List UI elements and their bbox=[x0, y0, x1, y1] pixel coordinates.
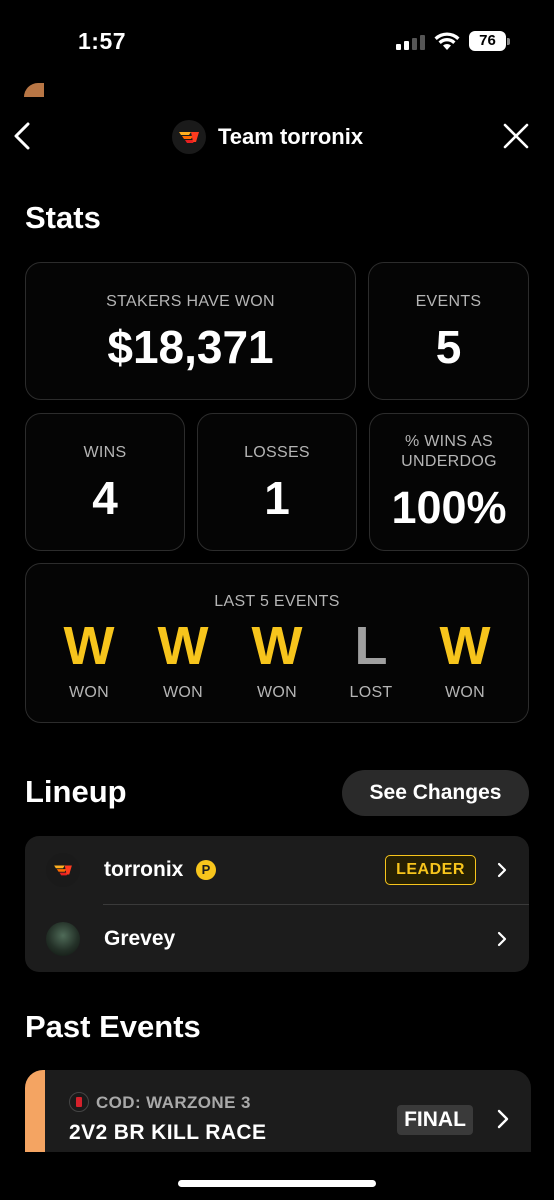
avatar bbox=[46, 922, 80, 956]
wifi-icon bbox=[434, 32, 460, 50]
losses-card: LOSSES 1 bbox=[197, 413, 357, 551]
chevron-right-icon bbox=[497, 1109, 509, 1129]
result-4: L LOST bbox=[324, 618, 418, 702]
event-status-badge: FINAL bbox=[397, 1105, 473, 1135]
underdog-card: % WINS AS UNDERDOG 100% bbox=[369, 413, 529, 551]
pro-badge-icon: P bbox=[196, 860, 216, 880]
last-five-results: W WON W WON W WON L LOST W WON bbox=[26, 618, 528, 702]
header-team: Team torronix bbox=[172, 120, 363, 154]
result-caption: WON bbox=[444, 684, 485, 701]
close-icon[interactable] bbox=[502, 122, 530, 150]
result-letter: W bbox=[251, 616, 303, 676]
background-sheet-edge bbox=[24, 83, 44, 97]
signal-icon bbox=[396, 34, 426, 50]
see-changes-button[interactable]: See Changes bbox=[342, 770, 529, 816]
leader-badge: LEADER bbox=[385, 855, 476, 885]
result-letter: W bbox=[63, 616, 115, 676]
wins-label: WINS bbox=[83, 444, 127, 461]
status-time: 1:57 bbox=[78, 28, 127, 54]
bottom-safe-area bbox=[0, 1152, 554, 1200]
result-2: W WON bbox=[136, 618, 230, 702]
stakers-won-label: STAKERS HAVE WON bbox=[106, 293, 275, 310]
wins-card: WINS 4 bbox=[25, 413, 185, 551]
events-card: EVENTS 5 bbox=[368, 262, 529, 400]
lineup-row-torronix[interactable]: torronix P LEADER bbox=[25, 836, 529, 904]
result-letter: W bbox=[439, 616, 491, 676]
last-five-label: LAST 5 EVENTS bbox=[214, 593, 340, 610]
game-icon bbox=[69, 1092, 89, 1112]
modal-header: Team torronix bbox=[0, 108, 554, 166]
avatar bbox=[46, 853, 80, 887]
member-name: Grevey bbox=[104, 927, 176, 950]
result-letter: L bbox=[354, 616, 388, 676]
underdog-value: 100% bbox=[391, 482, 507, 533]
lineup-heading: Lineup bbox=[25, 774, 127, 809]
result-1: W WON bbox=[42, 618, 136, 702]
member-name: torronix bbox=[104, 858, 184, 881]
result-caption: WON bbox=[68, 684, 109, 701]
chevron-right-icon bbox=[497, 931, 507, 947]
events-label: EVENTS bbox=[415, 293, 482, 310]
underdog-label-line1: % WINS AS bbox=[404, 433, 494, 450]
events-value: 5 bbox=[435, 321, 462, 373]
battery-nub bbox=[507, 38, 510, 45]
losses-label: LOSSES bbox=[244, 444, 310, 461]
result-caption: LOST bbox=[349, 684, 393, 701]
result-letter: W bbox=[157, 616, 209, 676]
stakers-won-value: $18,371 bbox=[107, 321, 274, 373]
home-indicator[interactable] bbox=[178, 1180, 376, 1187]
status-bar: 1:57 76 bbox=[0, 0, 554, 84]
losses-value: 1 bbox=[264, 472, 290, 524]
event-game: COD: WARZONE 3 bbox=[96, 1093, 251, 1112]
lineup-row-grevey[interactable]: Grevey bbox=[25, 905, 529, 973]
wins-value: 4 bbox=[92, 472, 118, 524]
result-5: W WON bbox=[418, 618, 512, 702]
result-caption: WON bbox=[256, 684, 297, 701]
event-name: 2V2 BR KILL RACE bbox=[69, 1121, 267, 1144]
lineup-list: torronix P LEADER Grevey bbox=[25, 836, 529, 972]
chevron-right-icon bbox=[497, 862, 507, 878]
result-3: W WON bbox=[230, 618, 324, 702]
battery-icon: 76 bbox=[469, 31, 506, 51]
stakers-won-card: STAKERS HAVE WON $18,371 bbox=[25, 262, 356, 400]
result-caption: WON bbox=[162, 684, 203, 701]
stats-heading: Stats bbox=[25, 200, 101, 235]
back-chevron-icon[interactable] bbox=[10, 120, 36, 152]
underdog-label-line2: UNDERDOG bbox=[401, 453, 497, 470]
team-logo-icon bbox=[172, 120, 206, 154]
last-five-events-card: LAST 5 EVENTS W WON W WON W WON L LOST W… bbox=[25, 563, 529, 723]
page-title: Team torronix bbox=[218, 124, 364, 149]
past-events-heading: Past Events bbox=[25, 1009, 201, 1044]
